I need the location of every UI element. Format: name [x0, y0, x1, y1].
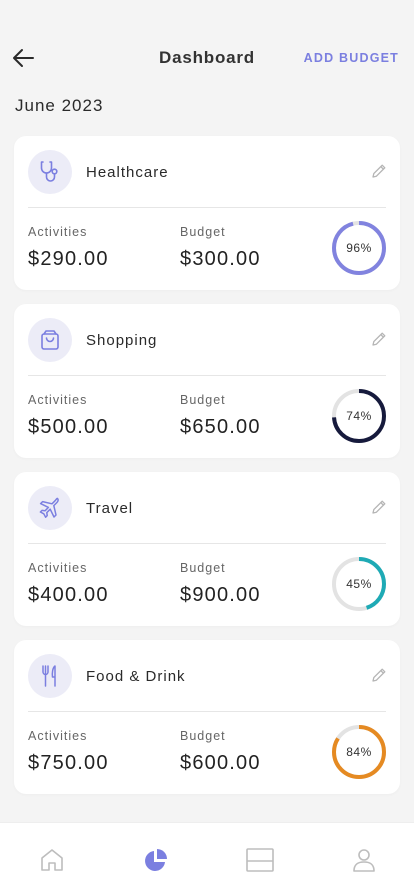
budget-label: Budget	[180, 225, 226, 239]
activities-amount: $400.00	[28, 584, 109, 606]
activities-amount: $290.00	[28, 248, 109, 270]
activities-amount: $750.00	[28, 752, 109, 774]
progress-ring: 45%	[331, 556, 387, 612]
activities-amount: $500.00	[28, 416, 109, 438]
progress-percent: 84%	[346, 745, 372, 759]
budget-list: Healthcare Activities Budget $290.00 $30…	[14, 136, 400, 808]
budget-label: Budget	[180, 561, 226, 575]
category-name: Healthcare	[86, 164, 169, 181]
budget-card-food-drink[interactable]: Food & Drink Activities Budget $750.00 $…	[14, 640, 400, 794]
edit-button[interactable]	[370, 498, 388, 516]
card-icon	[246, 848, 274, 872]
divider	[28, 543, 386, 544]
category-icon-container	[28, 486, 72, 530]
progress-percent: 96%	[346, 241, 372, 255]
add-budget-button[interactable]: ADD BUDGET	[304, 51, 399, 65]
nav-profile[interactable]	[349, 845, 379, 875]
category-name: Food & Drink	[86, 668, 186, 685]
budget-amount: $600.00	[180, 752, 261, 774]
category-icon-container	[28, 654, 72, 698]
fork-knife-icon	[42, 665, 56, 687]
activities-label: Activities	[28, 729, 88, 743]
progress-percent: 74%	[346, 409, 372, 423]
activities-label: Activities	[28, 393, 88, 407]
activities-label: Activities	[28, 225, 88, 239]
profile-icon	[353, 849, 375, 872]
edit-button[interactable]	[370, 666, 388, 684]
budget-card-travel[interactable]: Travel Activities Budget $400.00 $900.00…	[14, 472, 400, 626]
header: Dashboard ADD BUDGET	[0, 0, 414, 90]
category-name: Shopping	[86, 332, 158, 349]
month-label: June 2023	[15, 96, 104, 115]
budget-card-shopping[interactable]: Shopping Activities Budget $500.00 $650.…	[14, 304, 400, 458]
category-name: Travel	[86, 500, 134, 517]
budget-amount: $650.00	[180, 416, 261, 438]
stethoscope-icon	[40, 161, 58, 182]
bottom-nav	[0, 822, 414, 896]
category-icon-container	[28, 150, 72, 194]
pencil-icon	[372, 500, 386, 514]
divider	[28, 711, 386, 712]
budget-label: Budget	[180, 729, 226, 743]
progress-ring: 84%	[331, 724, 387, 780]
progress-ring: 96%	[331, 220, 387, 276]
budget-label: Budget	[180, 393, 226, 407]
progress-percent: 45%	[346, 577, 372, 591]
nav-cards[interactable]	[245, 845, 275, 875]
nav-home[interactable]	[37, 845, 67, 875]
budget-card-healthcare[interactable]: Healthcare Activities Budget $290.00 $30…	[14, 136, 400, 290]
divider	[28, 375, 386, 376]
pencil-icon	[372, 164, 386, 178]
divider	[28, 207, 386, 208]
budget-amount: $900.00	[180, 584, 261, 606]
progress-ring: 74%	[331, 388, 387, 444]
nav-stats[interactable]	[141, 845, 171, 875]
home-icon	[41, 849, 63, 871]
shopping-bag-icon	[41, 330, 59, 350]
edit-button[interactable]	[370, 162, 388, 180]
pie-chart-icon	[145, 849, 167, 871]
pencil-icon	[372, 332, 386, 346]
budget-amount: $300.00	[180, 248, 261, 270]
edit-button[interactable]	[370, 330, 388, 348]
activities-label: Activities	[28, 561, 88, 575]
airplane-icon	[39, 497, 59, 518]
pencil-icon	[372, 668, 386, 682]
category-icon-container	[28, 318, 72, 362]
